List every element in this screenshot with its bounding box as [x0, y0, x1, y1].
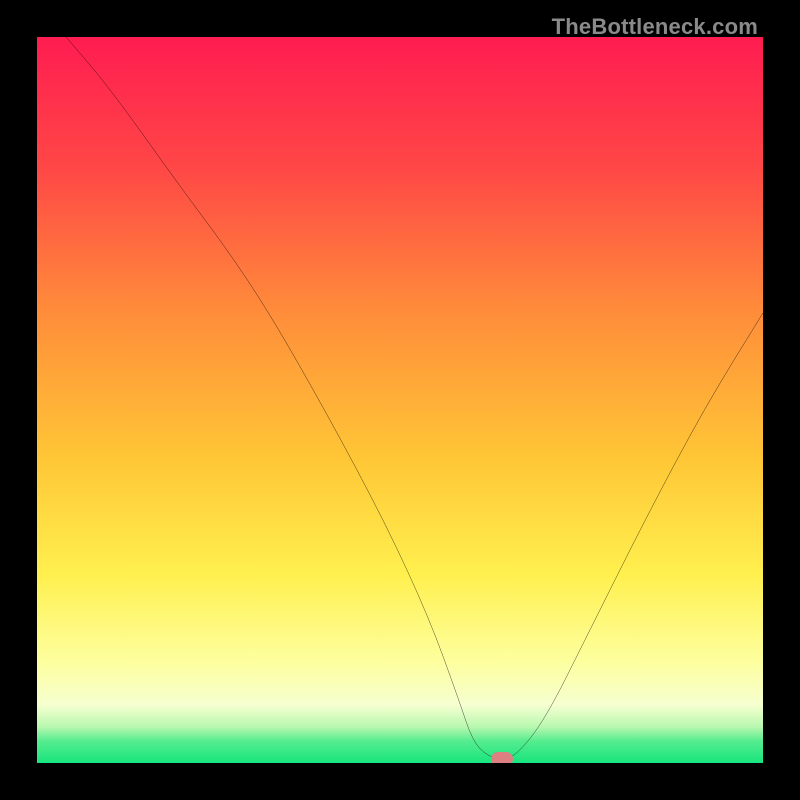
- watermark-text: TheBottleneck.com: [552, 14, 758, 40]
- bottleneck-curve: [37, 37, 763, 763]
- chart-frame: TheBottleneck.com: [0, 0, 800, 800]
- plot-area: [37, 37, 763, 763]
- optimum-marker: [491, 752, 513, 763]
